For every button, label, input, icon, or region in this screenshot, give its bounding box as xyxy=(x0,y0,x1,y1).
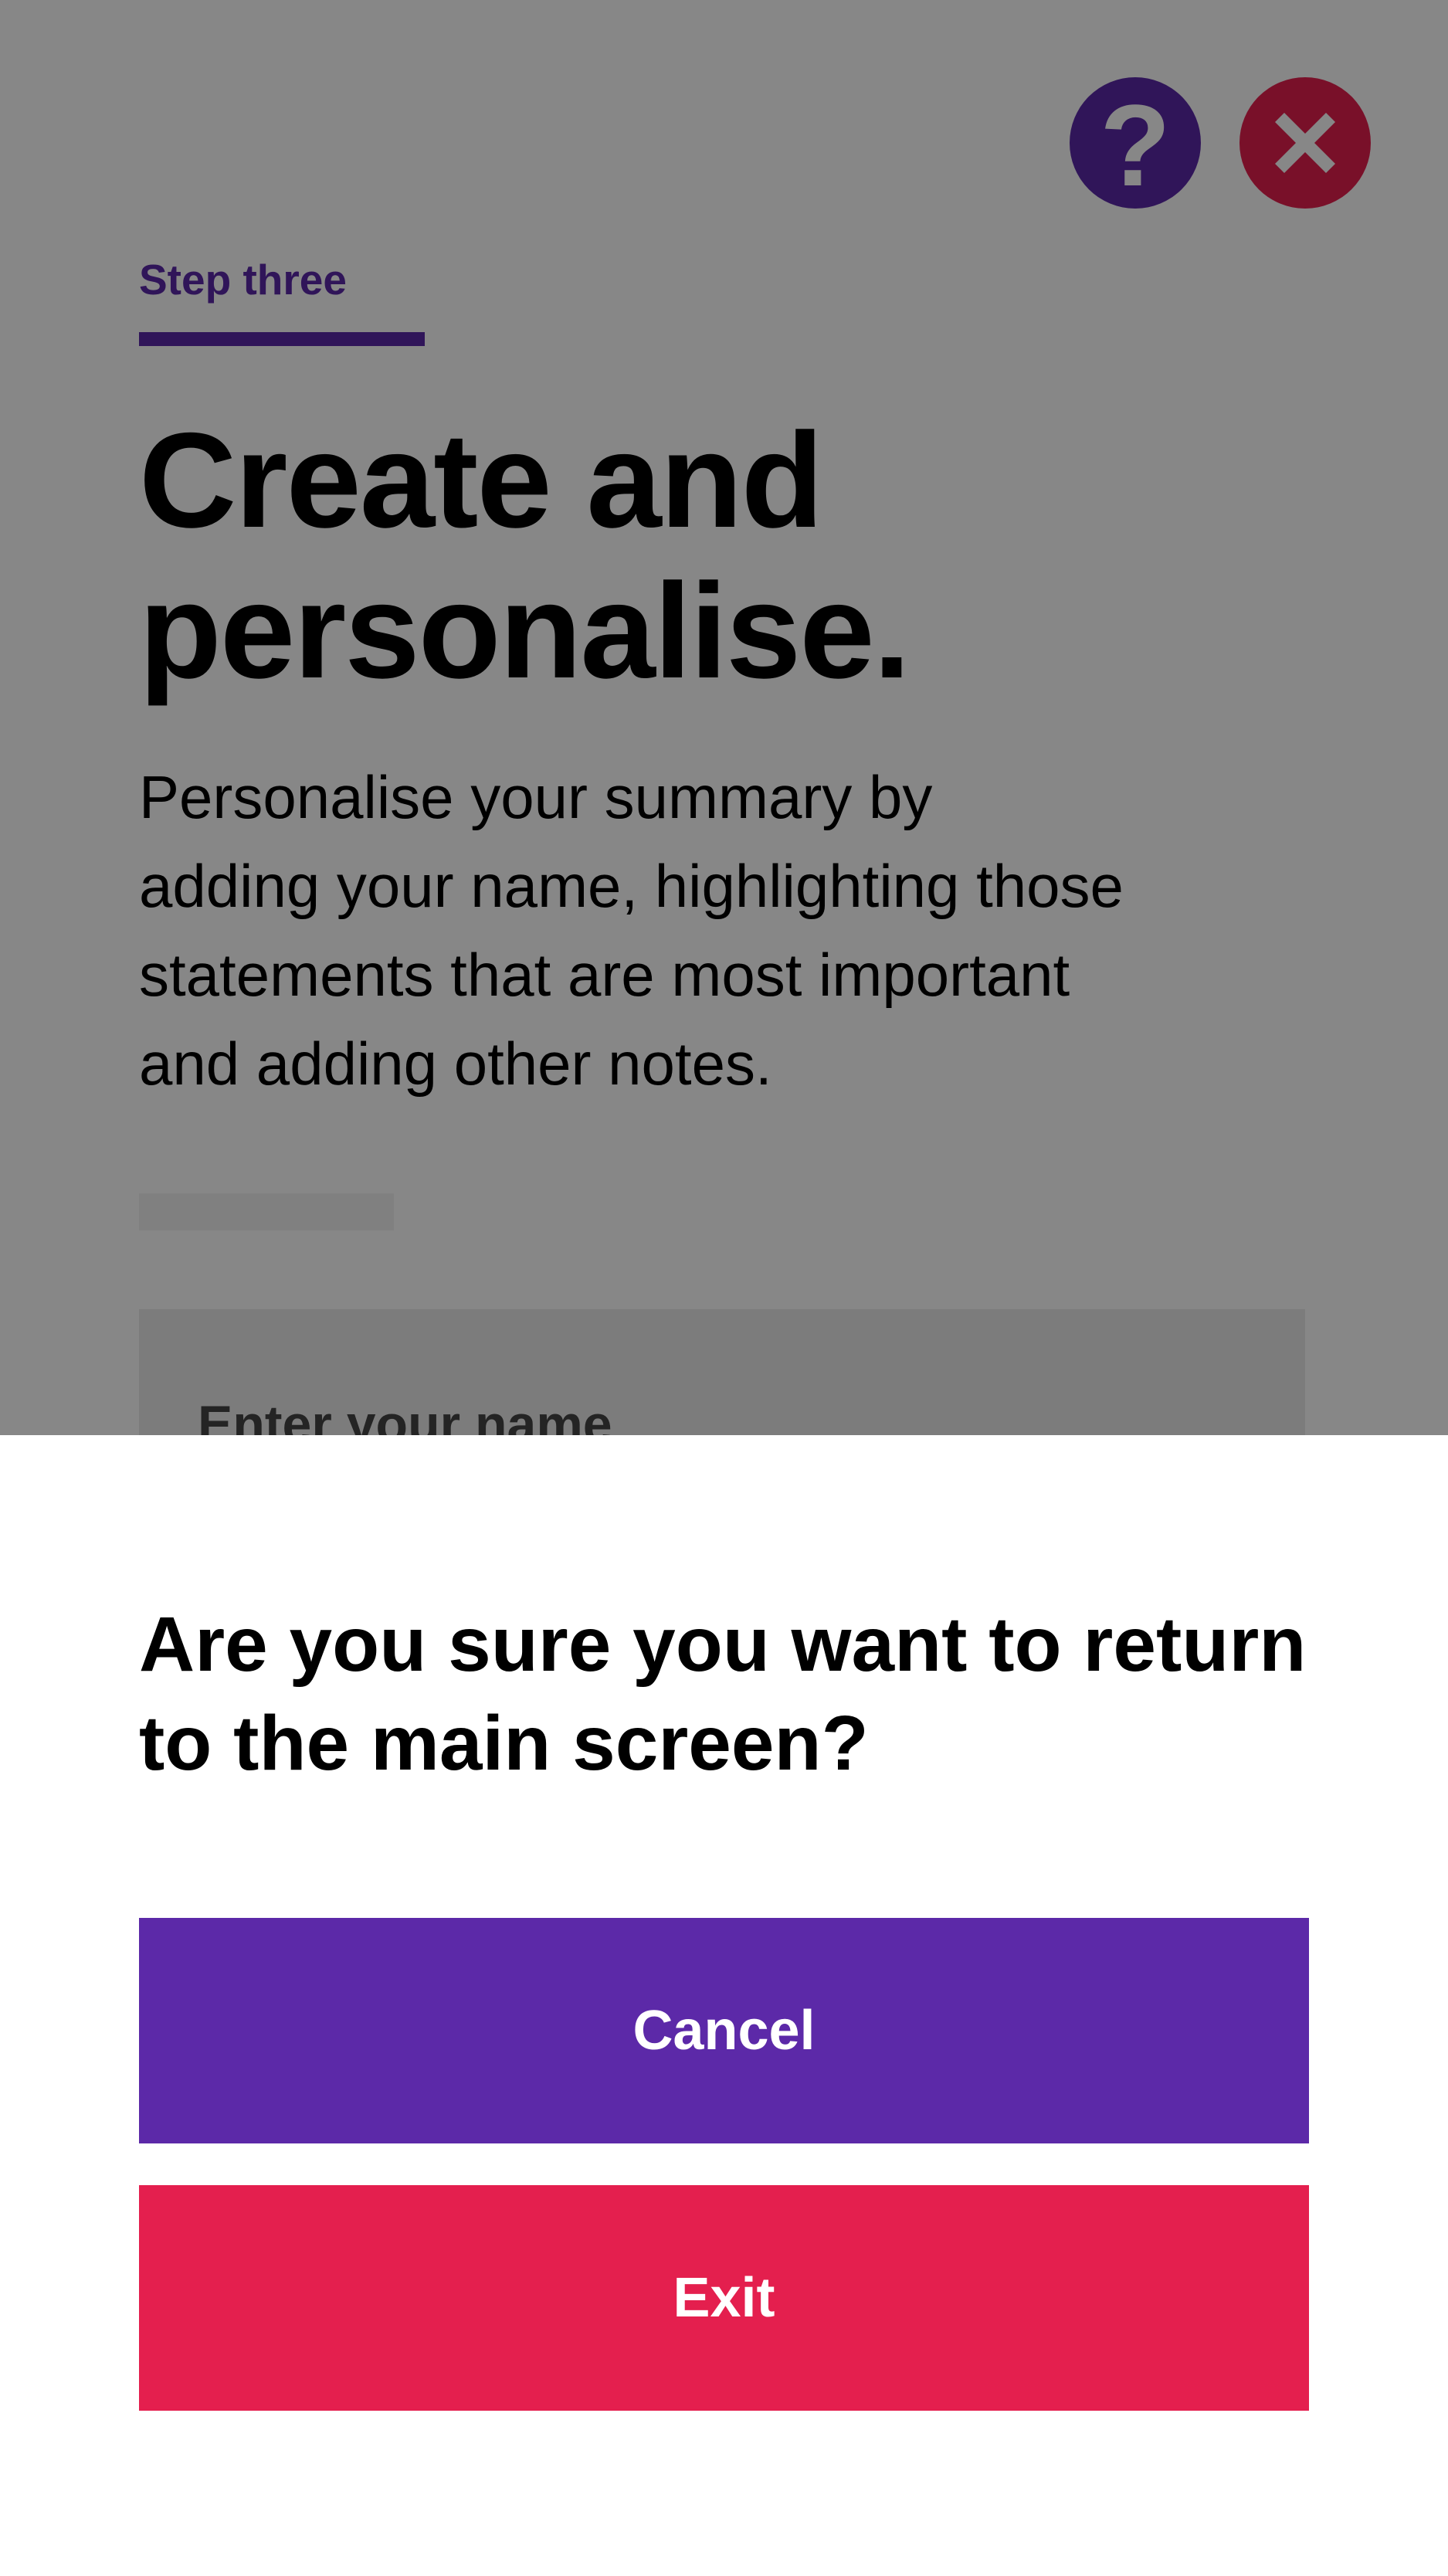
cancel-button[interactable]: Cancel xyxy=(139,1918,1309,2143)
modal-overlay[interactable] xyxy=(0,0,1448,1435)
page: ? Step three Create and personalise. Per… xyxy=(0,0,1448,2576)
exit-button[interactable]: Exit xyxy=(139,2185,1309,2411)
dialog-question: Are you sure you want to return to the m… xyxy=(139,1601,1307,1787)
